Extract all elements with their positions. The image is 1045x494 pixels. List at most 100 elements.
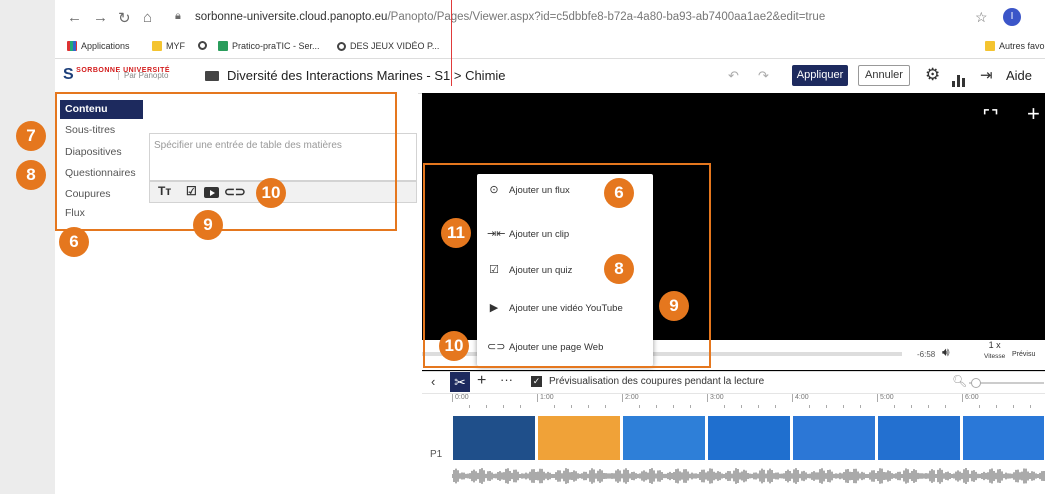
bookmark-jeux-video[interactable]: DES JEUX VIDÉO P... xyxy=(337,41,439,51)
exit-icon[interactable]: ⇥ xyxy=(980,66,993,84)
redo-icon[interactable]: ↷ xyxy=(758,68,769,84)
annotation-badge: 9 xyxy=(659,291,689,321)
ruler-minor-tick xyxy=(979,405,980,408)
undo-icon[interactable]: ↶ xyxy=(728,68,739,84)
speed-value: 1 x xyxy=(988,340,1001,350)
bookmark-label: Applications xyxy=(81,41,130,51)
folder-icon xyxy=(985,41,995,51)
annotation-badge: 10 xyxy=(439,331,469,361)
bookmark-other[interactable]: Autres favoris xyxy=(985,41,1045,51)
forward-icon[interactable]: → xyxy=(93,9,108,26)
ruler-minor-tick xyxy=(996,405,997,408)
ruler-minor-tick xyxy=(690,405,691,408)
bookmarks-bar: Applications MYF Pratico-praTIC - Ser...… xyxy=(55,35,1045,59)
preview-cuts-label: Prévisualisation des coupures pendant la… xyxy=(549,376,765,387)
bookmark-applications[interactable]: Applications xyxy=(67,41,130,51)
globe-icon xyxy=(337,42,346,51)
playhead[interactable] xyxy=(451,0,452,86)
ruler-minor-tick xyxy=(911,405,912,408)
more-icon[interactable]: ··· xyxy=(500,372,513,387)
audio-waveform xyxy=(452,468,1045,484)
ruler-minor-tick xyxy=(639,405,640,408)
url-path: /Panopto/Pages/Viewer.aspx?id=c5dbbfe8-b… xyxy=(387,11,826,23)
bookmark-pratico[interactable]: Pratico-praTIC - Ser... xyxy=(218,41,320,51)
folder-icon xyxy=(205,71,219,81)
breadcrumb[interactable]: Diversité des Interactions Marines - S1 … xyxy=(227,68,506,83)
ruler-minor-tick xyxy=(503,405,504,408)
slide-thumbnail[interactable] xyxy=(537,415,621,461)
annotation-badge: 8 xyxy=(16,160,46,190)
apps-icon xyxy=(67,41,77,51)
ruler-minor-tick xyxy=(554,405,555,408)
ruler-minor-tick xyxy=(945,405,946,408)
ruler-minor-tick xyxy=(809,405,810,408)
annotation-box-content-panel xyxy=(55,92,397,231)
bookmark-myf[interactable]: MYF xyxy=(152,41,185,51)
reload-icon[interactable]: ↻ xyxy=(118,9,131,27)
ruler-minor-tick xyxy=(928,405,929,408)
annotation-badge: 9 xyxy=(193,210,223,240)
apply-button[interactable]: Appliquer xyxy=(792,65,848,86)
ruler-minor-tick xyxy=(656,405,657,408)
slide-thumbnail[interactable] xyxy=(792,415,876,461)
ruler-minor-tick xyxy=(843,405,844,408)
globe-icon xyxy=(198,40,211,50)
ruler-minor-tick xyxy=(605,405,606,408)
screenshot: ← → ↻ ⌂ 🔒︎ sorbonne-universite.cloud.pan… xyxy=(55,0,1045,494)
url-host: sorbonne-universite.cloud.panopto.eu xyxy=(195,11,388,23)
home-icon[interactable]: ⌂ xyxy=(143,9,152,26)
ruler-minor-tick xyxy=(571,405,572,408)
fullscreen-icon[interactable]: ⌜⌝ xyxy=(983,107,1000,124)
ruler-minor-tick xyxy=(486,405,487,408)
volume-icon[interactable]: 🔊︎ xyxy=(942,345,950,360)
collapse-icon[interactable]: ‹ xyxy=(431,374,435,389)
waveform-path xyxy=(452,468,1045,484)
help-link[interactable]: Aide xyxy=(1006,68,1032,83)
slide-thumbnail[interactable] xyxy=(452,415,536,461)
bookmark-label: MYF xyxy=(166,41,185,51)
speed-label: Vitesse xyxy=(984,353,1006,360)
back-icon[interactable]: ← xyxy=(67,9,82,26)
speed-control[interactable]: 1 x Vitesse xyxy=(984,340,1005,362)
annotation-badge: 11 xyxy=(441,218,471,248)
ruler-minor-tick xyxy=(775,405,776,408)
ruler-tick: 5:00 xyxy=(877,394,894,402)
ruler-minor-tick xyxy=(724,405,725,408)
remaining-time: -6:58 xyxy=(917,350,936,359)
ruler-tick: 2:00 xyxy=(622,394,639,402)
annotation-badge: 7 xyxy=(16,121,46,151)
slide-thumbnail[interactable] xyxy=(877,415,961,461)
zoom-slider-handle[interactable] xyxy=(971,378,981,388)
ruler-minor-tick xyxy=(741,405,742,408)
preview-label[interactable]: Prévisu xyxy=(1012,351,1035,358)
browser-toolbar: ← → ↻ ⌂ 🔒︎ sorbonne-universite.cloud.pan… xyxy=(55,0,1045,36)
ruler-minor-tick xyxy=(894,405,895,408)
stats-icon[interactable] xyxy=(952,69,967,87)
slide-thumbnail[interactable] xyxy=(622,415,706,461)
slide-thumbnail[interactable] xyxy=(707,415,791,461)
gear-icon[interactable]: ⚙ xyxy=(925,65,940,85)
editor-toolbar: ‹ ✂ + ··· ✓ Prévisualisation des coupure… xyxy=(422,371,1045,394)
profile-avatar[interactable]: I xyxy=(1003,8,1021,26)
ruler-minor-tick xyxy=(1030,405,1031,408)
address-bar[interactable]: sorbonne-universite.cloud.panopto.eu/Pan… xyxy=(195,11,825,23)
annotation-badge: 6 xyxy=(604,178,634,208)
plus-icon[interactable]: + xyxy=(477,372,486,390)
ruler-minor-tick xyxy=(826,405,827,408)
cancel-button[interactable]: Annuler xyxy=(858,65,910,86)
folder-icon xyxy=(152,41,162,51)
plus-icon[interactable]: + xyxy=(1027,101,1040,127)
by-panopto: Par Panopto xyxy=(118,71,168,80)
scissors-icon[interactable]: ✂ xyxy=(450,372,470,392)
star-icon[interactable]: ☆ xyxy=(975,9,988,26)
ruler-minor-tick xyxy=(860,405,861,408)
slide-thumbnail[interactable] xyxy=(962,415,1045,461)
annotation-badge: 8 xyxy=(604,254,634,284)
ruler-minor-tick xyxy=(520,405,521,408)
bookmark-label: DES JEUX VIDÉO P... xyxy=(350,41,440,51)
preview-cuts-checkbox[interactable]: ✓ xyxy=(531,376,542,387)
ruler-tick: 1:00 xyxy=(537,394,554,402)
zoom-icon[interactable]: 🔍︎ xyxy=(952,374,967,388)
lock-icon: 🔒︎ xyxy=(175,10,181,22)
timeline-track: P1 xyxy=(422,409,1045,494)
